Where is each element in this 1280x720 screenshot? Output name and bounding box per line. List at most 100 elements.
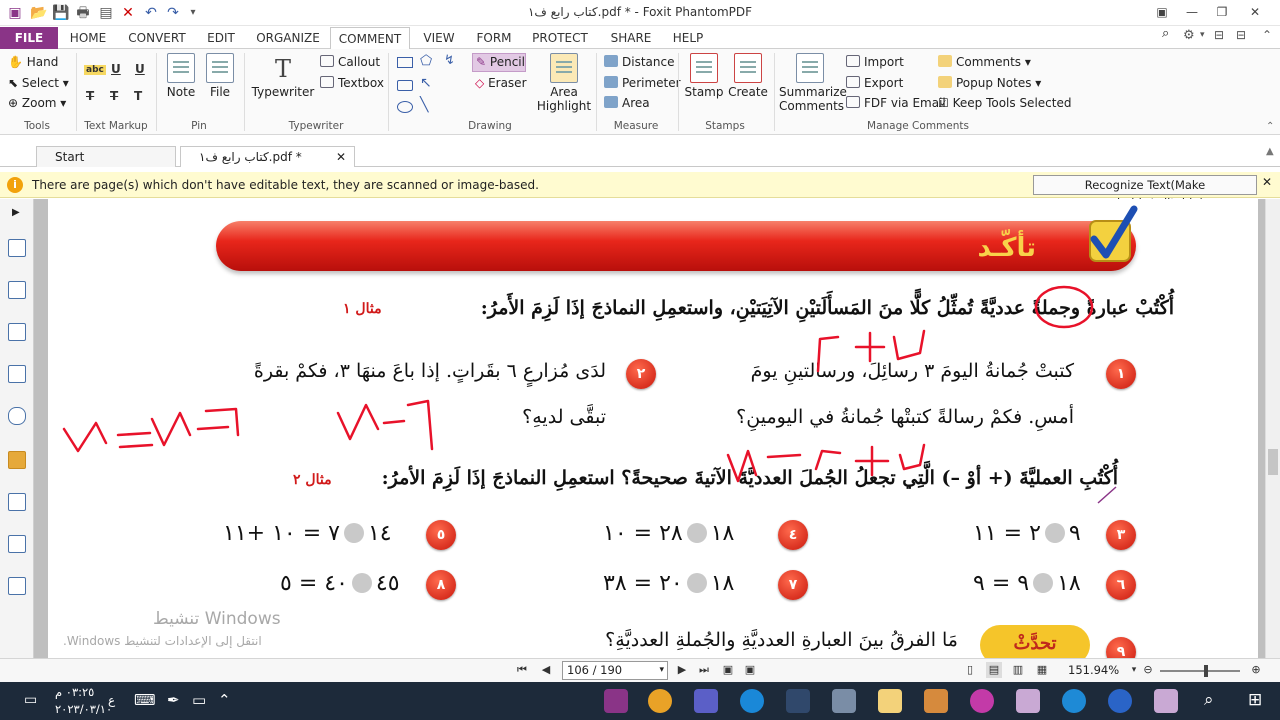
layers-icon[interactable] [8,323,26,341]
search-taskbar-icon[interactable]: ⌕ [1204,690,1214,710]
polygon-tool-icon[interactable]: ⬠ [420,53,432,69]
prev-page-icon[interactable]: ◀ [538,662,554,678]
zoom-level[interactable]: 151.94% [1068,663,1119,677]
network-icon[interactable]: ⌃ [218,691,231,709]
replace-text-button[interactable]: T [110,89,118,103]
tab-form[interactable]: FORM [470,27,518,49]
keep-tools-selected-checkbox[interactable]: ☑ Keep Tools Selected [938,96,1071,110]
note-button[interactable]: Note [162,53,200,99]
eraser-button[interactable]: ◇ Eraser [475,76,527,90]
app4-taskbar-icon[interactable] [1108,689,1132,713]
continuous-facing-icon[interactable]: ▦ [1034,662,1050,678]
app3-taskbar-icon[interactable] [1016,689,1040,713]
import-button[interactable]: Import [846,55,904,69]
tab-start[interactable]: Start [36,146,176,167]
pen-icon[interactable]: ✒ [167,691,180,709]
paint-taskbar-icon[interactable] [970,689,994,713]
page-number-input[interactable]: 106 / 190 ▾ [562,661,668,680]
chevron-down-icon[interactable]: ▾ [1200,30,1205,40]
next-page-icon[interactable]: ▶ [674,662,690,678]
close-window-icon[interactable]: ✕ [1245,2,1265,22]
facing-page-icon[interactable]: ▥ [1010,662,1026,678]
tab-comment[interactable]: COMMENT [330,27,410,50]
window-right-icon[interactable]: ⊟ [1236,28,1246,42]
next-view-icon[interactable]: ▣ [742,662,758,678]
area-button[interactable]: Area [604,96,650,110]
select-tool[interactable]: ⬉ Select ▾ [8,76,69,90]
file-attach-button[interactable]: File [202,53,238,99]
tab-view[interactable]: VIEW [416,27,462,49]
maximize-icon[interactable]: ❐ [1212,2,1232,22]
battery-icon[interactable]: ▭ [192,691,206,709]
rounded-rect-tool-icon[interactable] [397,80,413,91]
oval-tool-icon[interactable] [397,101,413,113]
underline-button[interactable]: U [111,62,121,76]
area-highlight-button[interactable]: Area Highlight [536,53,592,113]
operation-blank[interactable] [686,573,707,593]
tab-organize[interactable]: ORGANIZE [252,27,324,49]
clock-time[interactable]: ٠٣:٢٥ م [55,685,94,699]
continuous-page-icon[interactable]: ▤ [986,662,1002,678]
clock-date[interactable]: ٢٠٢٣/٠٣/١٠ [55,702,112,716]
stamp-button[interactable]: Stamp [684,53,724,99]
app5-taskbar-icon[interactable] [1154,689,1178,713]
app-taskbar-icon[interactable] [786,689,810,713]
popup-notes-dropdown[interactable]: Popup Notes ▾ [938,76,1041,90]
export-button[interactable]: Export [846,76,903,90]
signature-panel-icon[interactable] [8,493,26,511]
edge-taskbar-icon[interactable] [1062,689,1086,713]
comments-dropdown[interactable]: Comments ▾ [938,55,1031,69]
distance-button[interactable]: Distance [604,55,674,69]
textbox-button[interactable]: Textbox [320,76,384,90]
tab-home[interactable]: HOME [62,27,114,49]
keyboard-icon[interactable]: ⌨ [134,691,156,709]
tab-edit[interactable]: EDIT [198,27,244,49]
notification-icon[interactable]: ▭ [24,692,37,708]
expand-panel-icon[interactable]: ▶ [12,207,20,218]
zoom-slider-thumb[interactable] [1204,665,1208,677]
file-explorer-taskbar-icon[interactable] [878,689,902,713]
arrow-tool-icon[interactable]: ↖ [420,75,432,91]
tab-file[interactable]: FILE [0,27,58,49]
foxit-taskbar-icon[interactable] [604,689,628,713]
operation-blank[interactable] [343,523,364,543]
highlight-text-button[interactable]: abc [84,65,106,75]
strikeout-button[interactable]: T [86,89,94,103]
chrome-taskbar-icon[interactable] [648,689,672,713]
ribbon-collapse-icon[interactable]: ⌃ [1266,121,1274,132]
zoom-tool[interactable]: ⊕ Zoom ▾ [8,96,66,110]
bookmark-icon[interactable] [8,239,26,257]
tab-share[interactable]: SHARE [602,27,660,49]
tab-document[interactable]: كتاب رابع ف١.pdf * ✕ [180,146,355,167]
perimeter-button[interactable]: Perimeter [604,76,681,90]
hand-tool[interactable]: ✋ Hand [8,55,58,69]
pages-icon[interactable] [8,281,26,299]
last-page-icon[interactable]: ⏭ [696,662,712,678]
pdf-page[interactable]: تأكّـد أُكْتُبْ عبارةً وجملةً عدديَّةً ت… [48,199,1258,658]
attachment-icon[interactable] [8,407,26,425]
tab-protect[interactable]: PROTECT [526,27,594,49]
zoom-slider[interactable] [1160,665,1240,677]
pencil-button[interactable]: ✎ Pencil [472,53,526,72]
collapse-ribbon-icon[interactable]: ⌃ [1262,28,1272,42]
zoom-out-icon[interactable]: ⊖ [1140,662,1156,678]
close-tab-icon[interactable]: ✕ [336,147,346,167]
operation-blank[interactable] [1033,573,1054,593]
teams-taskbar-icon[interactable] [694,689,718,713]
content-panel-icon[interactable] [8,535,26,553]
zoom-in-icon[interactable]: ⊕ [1248,662,1264,678]
vertical-scrollbar[interactable] [1265,199,1280,658]
callout-button[interactable]: Callout [320,55,380,69]
destinations-icon[interactable] [8,577,26,595]
fdf-email-button[interactable]: FDF via Email [846,96,946,110]
rectangle-tool-icon[interactable] [397,57,413,68]
scroll-thumb[interactable] [1268,449,1278,475]
app2-taskbar-icon[interactable] [832,689,856,713]
ribbon-display-icon[interactable]: ▣ [1152,2,1172,22]
squiggly-button[interactable]: U [135,62,145,76]
first-page-icon[interactable]: ⏮ [514,662,530,678]
line-tool-icon[interactable]: ╲ [420,97,428,113]
insert-text-button[interactable]: T [134,89,142,103]
input-language[interactable]: ع [108,693,115,707]
summarize-comments-button[interactable]: Summarize Comments [779,53,847,113]
